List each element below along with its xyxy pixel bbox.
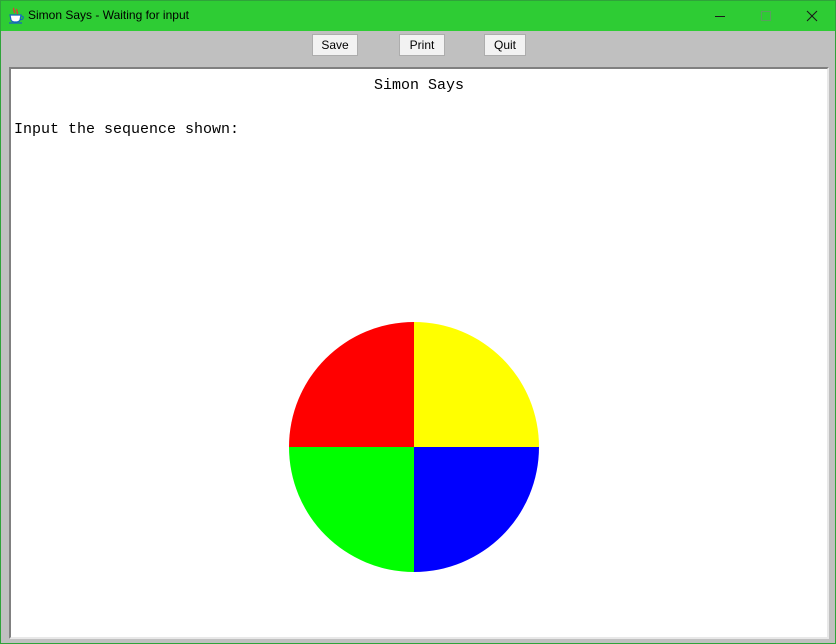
window-title: Simon Says - Waiting for input <box>28 8 189 22</box>
save-button[interactable]: Save <box>312 34 358 56</box>
minimize-icon <box>715 16 725 17</box>
simon-board <box>289 322 539 572</box>
simon-green-quadrant[interactable] <box>289 447 414 572</box>
simon-yellow-quadrant[interactable] <box>414 322 539 447</box>
toolbar: Save Print Quit <box>1 31 835 65</box>
minimize-button[interactable] <box>697 1 743 31</box>
title-bar[interactable]: Simon Says - Waiting for input <box>1 1 835 31</box>
game-canvas[interactable]: Simon Says Input the sequence shown: <box>9 67 829 639</box>
simon-blue-quadrant[interactable] <box>414 447 539 572</box>
close-icon <box>806 10 818 22</box>
maximize-button[interactable] <box>743 1 789 31</box>
close-button[interactable] <box>789 1 835 31</box>
java-cup-icon <box>9 7 24 24</box>
app-window: Simon Says - Waiting for input Save Prin… <box>0 0 836 644</box>
print-button[interactable]: Print <box>399 34 445 56</box>
maximize-icon <box>761 11 771 21</box>
simon-red-quadrant[interactable] <box>289 322 414 447</box>
quit-button[interactable]: Quit <box>484 34 526 56</box>
